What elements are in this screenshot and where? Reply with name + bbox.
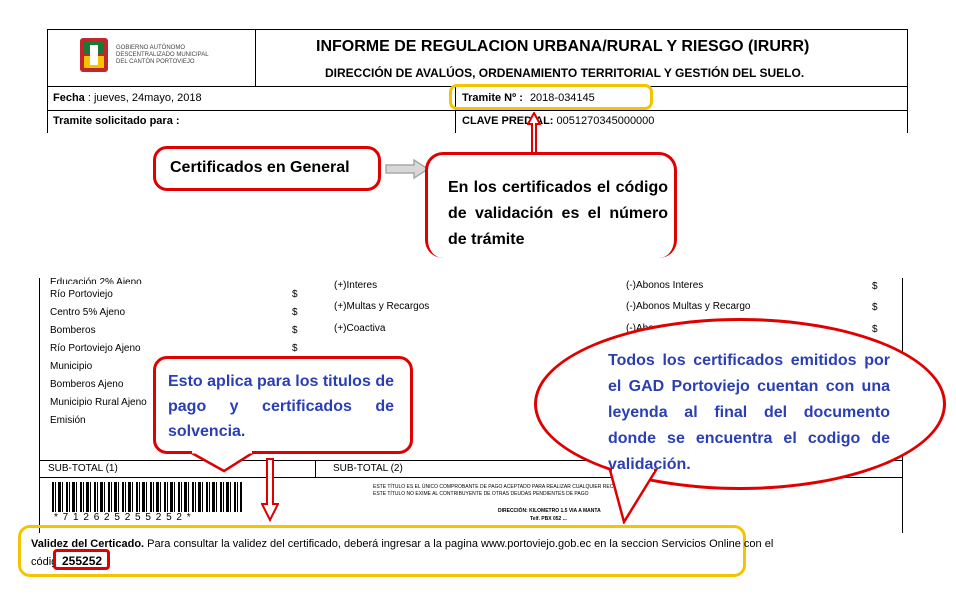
dollar-sign: $: [872, 302, 878, 313]
clave-value: 0051270345000000: [556, 115, 655, 127]
arrow-down-to-codigo: [260, 458, 280, 523]
dollar-sign: $: [292, 325, 298, 336]
list-item: Río Portoviejo Ajeno: [50, 343, 141, 354]
logo-line: DESCENTRALIZADO MUNICIPAL: [116, 52, 209, 58]
list-item: Emisión: [50, 415, 86, 426]
subtotal-1: SUB-TOTAL (1): [48, 463, 118, 474]
fine-print: ESTE TÍTULO ES EL ÚNICO COMPROBANTE DE P…: [373, 484, 628, 490]
callout-validacion: En los certificados el código de validac…: [425, 152, 677, 258]
fecha-value: : jueves, 24mayo, 2018: [87, 92, 202, 104]
tramite-highlight: [449, 84, 653, 110]
receipt-left-list: Educación 2% Ajeno Río Portoviejo Centro…: [50, 277, 147, 430]
logo-line: DEL CANTÓN PORTOVIEJO: [116, 59, 195, 65]
validez-section: Validez del Certicado. Para consultar la…: [18, 525, 773, 577]
validez-line: Validez del Certicado. Para consultar la…: [31, 538, 773, 550]
list-item: Bomberos Ajeno: [50, 379, 124, 390]
codigo-value: 255252: [62, 554, 103, 568]
fecha-field: Fecha : jueves, 24mayo, 2018: [53, 92, 202, 104]
fine-print: ESTE TÍTULO NO EXIME AL CONTRIBUYENTE DE…: [373, 491, 589, 497]
list-item: Municipio Rural Ajeno: [50, 397, 147, 408]
report-title: INFORME DE REGULACION URBANA/RURAL Y RIE…: [316, 38, 810, 55]
dollar-sign: $: [292, 289, 298, 300]
direccion: DIRECCIÓN: KILOMETRO 1.5 VIA A MANTA: [498, 508, 601, 514]
dollar-sign: $: [872, 324, 878, 335]
list-item: Municipio: [50, 361, 93, 372]
dollar-sign: $: [872, 281, 878, 292]
callout-leyenda-text: Todos los certificados emitidos por el G…: [608, 352, 890, 473]
logo: GOBIERNO AUTÓNOMO DESCENTRALIZADO MUNICI…: [78, 36, 210, 76]
codigo-box: 255252: [53, 549, 110, 570]
callout-tail: [185, 450, 259, 473]
arrow-right-icon: [384, 158, 430, 180]
callout-titulos-text: Esto aplica para los titulos de pago y c…: [168, 373, 394, 440]
list-item: Educación 2% Ajeno: [50, 277, 142, 284]
subtotal-2: SUB-TOTAL (2): [333, 463, 403, 474]
logo-line: GOBIERNO AUTÓNOMO: [116, 45, 186, 51]
list-item: Río Portoviejo: [50, 289, 113, 300]
callout-certificados: Certificados en General: [153, 146, 381, 191]
callout-validacion-text: En los certificados el código de validac…: [448, 179, 668, 248]
report-subtitle: DIRECCIÓN DE AVALÚOS, ORDENAMIENTO TERRI…: [325, 66, 805, 80]
callout-titulos: Esto aplica para los titulos de pago y c…: [153, 356, 413, 454]
list-item: Centro 5% Ajeno: [50, 307, 126, 318]
barcode: [52, 482, 242, 512]
validez-text: Para consultar la validez del certificad…: [147, 538, 774, 550]
clave-field: CLAVE PREDIAL: 0051270345000000: [462, 115, 654, 127]
receipt-dollar-col-1: $ $ $ $: [292, 286, 298, 358]
callout-certificados-text: Certificados en General: [170, 159, 350, 176]
receipt-right-item: (-)Abonos Interes: [626, 280, 704, 291]
municipal-seal-icon: [80, 38, 108, 72]
telefono: Telf. PBX 052 ...: [530, 516, 567, 522]
receipt-mid-item: (+)Coactiva: [334, 323, 386, 334]
list-item: Bomberos: [50, 325, 96, 336]
dollar-sign: $: [292, 307, 298, 318]
receipt-right-item: (-)Abonos Multas y Recargo: [626, 301, 751, 312]
barcode-number: * 7 1 2 6 2 5 2 5 5 2 5 2 *: [54, 512, 192, 523]
fecha-label: Fecha: [53, 92, 85, 104]
receipt-mid-item: (+)Multas y Recargos: [334, 301, 430, 312]
receipt-mid-item: (+)Interes: [334, 280, 378, 291]
tramite-solicitado-label: Tramite solicitado para :: [53, 115, 180, 127]
